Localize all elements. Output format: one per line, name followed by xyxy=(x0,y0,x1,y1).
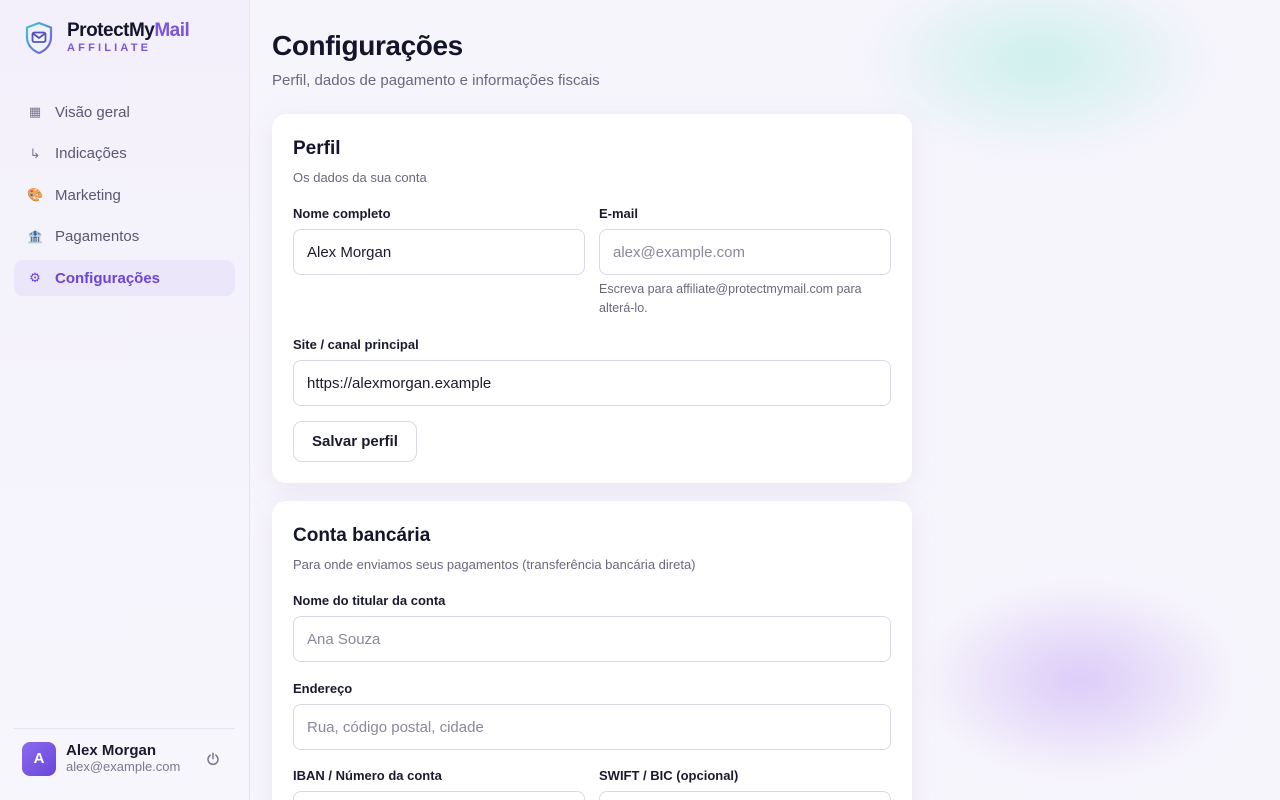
profile-card: Perfil Os dados da sua conta Nome comple… xyxy=(272,114,912,483)
shield-mail-icon xyxy=(25,21,53,54)
swift-label: SWIFT / BIC (opcional) xyxy=(599,768,739,783)
save-profile-button[interactable]: Salvar perfil xyxy=(293,421,417,462)
bank-card-title: Conta bancária xyxy=(293,525,431,546)
sidebar-item-overview[interactable]: ▦ Visão geral xyxy=(14,94,235,130)
page-subtitle: Perfil, dados de pagamento e informações… xyxy=(272,72,600,89)
palette-icon: 🎨 xyxy=(27,187,44,202)
user-name: Alex Morgan xyxy=(66,742,157,759)
background-glow-violet xyxy=(920,580,1240,780)
swift-input[interactable] xyxy=(599,791,891,800)
brand-logo[interactable]: ProtectMyMail AFFILIATE xyxy=(24,20,190,55)
grid-icon: ▦ xyxy=(28,104,42,119)
bank-icon: 🏦 xyxy=(27,228,44,244)
gear-icon: ⚙ xyxy=(29,270,41,285)
address-input[interactable] xyxy=(293,704,891,750)
sidebar-item-marketing[interactable]: 🎨 Marketing xyxy=(14,177,235,213)
sidebar-item-label: Pagamentos xyxy=(55,228,140,245)
sidebar-nav: ▦ Visão geral ↳ Indicações 🎨 Marketing 🏦… xyxy=(14,94,235,302)
email-label: E-mail xyxy=(599,206,639,221)
sidebar-item-label: Indicações xyxy=(55,145,127,162)
bank-card-description: Para onde enviamos seus pagamentos (tran… xyxy=(293,557,696,572)
power-icon xyxy=(207,751,219,765)
brand-name: ProtectMyMail xyxy=(67,20,190,41)
background-glow-teal xyxy=(860,0,1220,160)
sidebar: ProtectMyMail AFFILIATE ▦ Visão geral ↳ … xyxy=(0,0,250,800)
brand-subtitle: AFFILIATE xyxy=(67,42,152,54)
full-name-label: Nome completo xyxy=(293,206,391,221)
bank-account-card: Conta bancária Para onde enviamos seus p… xyxy=(272,501,912,800)
sidebar-item-settings[interactable]: ⚙ Configurações xyxy=(14,260,235,296)
avatar[interactable]: A xyxy=(22,741,56,776)
sidebar-item-payments[interactable]: 🏦 Pagamentos xyxy=(14,219,235,255)
logout-button[interactable] xyxy=(203,749,223,769)
address-label: Endereço xyxy=(293,681,353,696)
user-panel: A Alex Morgan alex@example.com xyxy=(14,728,235,788)
sidebar-item-label: Visão geral xyxy=(55,103,130,121)
account-holder-label: Nome do titular da conta xyxy=(293,593,446,608)
profile-card-title: Perfil xyxy=(293,138,341,159)
iban-label: IBAN / Número da conta xyxy=(293,768,442,783)
iban-input[interactable] xyxy=(293,791,585,800)
full-name-input[interactable] xyxy=(293,229,585,275)
email-field[interactable] xyxy=(599,229,891,275)
sidebar-item-label: Marketing xyxy=(55,186,121,204)
sidebar-item-label: Configurações xyxy=(55,269,161,287)
arrow-return-icon: ↳ xyxy=(29,145,41,161)
account-holder-input[interactable] xyxy=(293,616,891,662)
page-title: Configurações xyxy=(272,30,463,61)
site-input[interactable] xyxy=(293,360,891,406)
sidebar-item-referrals[interactable]: ↳ Indicações xyxy=(14,136,235,172)
profile-card-description: Os dados da sua conta xyxy=(293,170,427,185)
email-hint: Escreva para affiliate@protectmymail.com… xyxy=(599,282,862,315)
site-label: Site / canal principal xyxy=(293,337,419,352)
user-email: alex@example.com xyxy=(66,759,181,774)
